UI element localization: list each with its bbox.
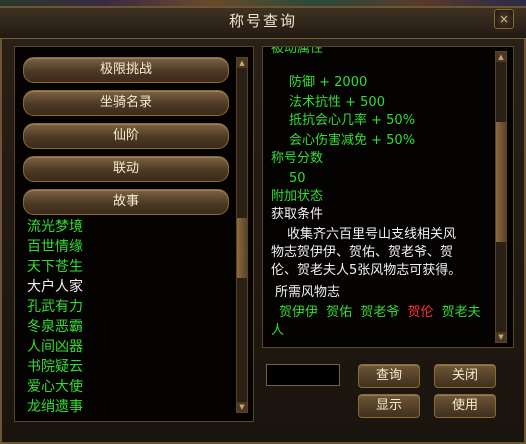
list-item[interactable]: 龙绡遗事	[27, 397, 147, 417]
required-item: 贺老夫	[441, 305, 481, 320]
required-items-row: 贺伊伊 贺佑 贺老爷 贺伦 贺老夫	[279, 303, 481, 323]
left-scrollbar[interactable]: ▲ ▼	[236, 57, 248, 413]
right-scroll-thumb[interactable]	[496, 122, 506, 242]
menu-button-immortal-rank[interactable]: 仙阶	[23, 123, 229, 149]
extra-state-label: 附加状态	[271, 189, 324, 204]
obtain-condition-text: 伦、贺老夫人5张风物志可获得。	[271, 263, 462, 278]
scroll-down-icon[interactable]: ▼	[496, 332, 506, 342]
scroll-down-icon[interactable]: ▼	[237, 402, 247, 412]
obtain-condition-text: 收集齐六百里号山支线相关风	[287, 227, 457, 242]
list-item[interactable]: 人间凶器	[27, 337, 147, 357]
right-scrollbar[interactable]: ▲ ▼	[495, 51, 507, 343]
score-label: 称号分数	[271, 151, 324, 166]
list-item[interactable]: 天下苍生	[27, 257, 147, 277]
list-item[interactable]: 百世情缘	[27, 237, 147, 257]
attribute-line: 抵抗会心几率 + 50%	[289, 113, 416, 128]
show-button[interactable]: 显示	[358, 394, 420, 418]
required-items-label: 所需风物志	[275, 285, 341, 300]
close-button[interactable]: 关闭	[434, 364, 496, 388]
required-item-missing: 贺伦	[407, 305, 434, 320]
attribute-line: 防御 + 2000	[289, 75, 368, 90]
required-item: 贺老爷	[360, 305, 400, 320]
list-item[interactable]: 爱心大使	[27, 377, 147, 397]
list-item-selected[interactable]: 大户人家	[27, 277, 147, 297]
list-item[interactable]: 冬泉恶霸	[27, 317, 147, 337]
window-title: 称号查询	[228, 12, 297, 30]
required-item: 贺佑	[326, 305, 353, 320]
menu-button-mount-catalog[interactable]: 坐骑名录	[23, 90, 229, 116]
scroll-up-icon[interactable]: ▲	[496, 52, 506, 62]
menu-button-collab[interactable]: 联动	[23, 156, 229, 182]
left-scroll-thumb[interactable]	[237, 218, 247, 278]
attribute-line: 会心伤害减免 + 50%	[289, 133, 416, 148]
query-button[interactable]: 查询	[358, 364, 420, 388]
list-item[interactable]: 书院疑云	[27, 357, 147, 377]
attribute-line: 法术抗性 + 500	[289, 95, 385, 110]
list-item[interactable]: 流光梦境	[27, 217, 147, 237]
use-button[interactable]: 使用	[434, 394, 496, 418]
menu-button-extreme-challenge[interactable]: 极限挑战	[23, 57, 229, 83]
close-icon[interactable]: ×	[494, 9, 514, 29]
query-input[interactable]	[266, 364, 340, 386]
cut-section-header: 被动属性	[271, 46, 324, 56]
scroll-up-icon[interactable]: ▲	[237, 58, 247, 68]
list-item[interactable]: 孔武有力	[27, 297, 147, 317]
obtain-condition-label: 获取条件	[271, 207, 324, 222]
score-value: 50	[289, 171, 306, 186]
obtain-condition-text: 物志贺伊伊、贺佑、贺老爷、贺	[271, 245, 454, 260]
title-detail-panel: 被动属性 防御 + 2000 法术抗性 + 500 抵抗会心几率 + 50% 会…	[262, 46, 514, 348]
menu-button-story[interactable]: 故事	[23, 189, 229, 215]
category-panel: 极限挑战 坐骑名录 仙阶 联动 故事 流光梦境 百世情缘 天下苍生 大户人家 孔…	[14, 46, 254, 422]
required-item-overflow: 人	[271, 323, 285, 338]
required-item: 贺伊伊	[279, 305, 319, 320]
